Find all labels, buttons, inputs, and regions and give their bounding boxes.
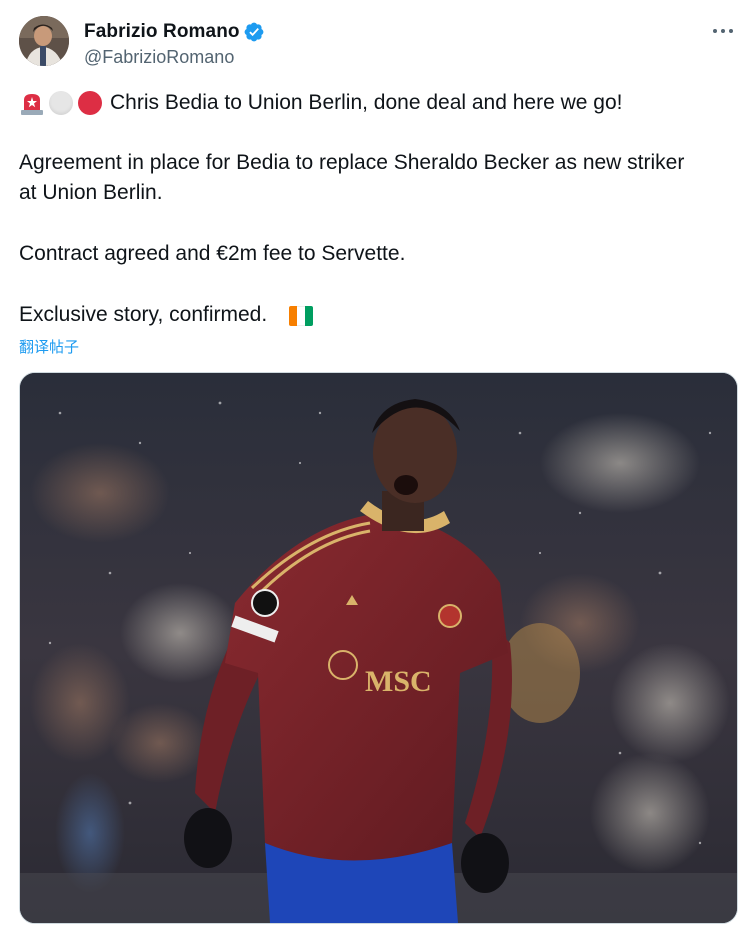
ivory-coast-flag-icon <box>289 306 313 326</box>
tweet-card: Fabrizio Romano @FabrizioRomano Chris Be… <box>0 0 750 933</box>
police-car-light-icon <box>21 94 43 115</box>
translate-post-link[interactable]: 翻译帖子 <box>19 336 79 357</box>
author-handle[interactable]: @FabrizioRomano <box>84 46 234 68</box>
white-circle-icon <box>49 91 73 115</box>
more-options-icon[interactable] <box>706 18 740 44</box>
tweet-paragraph-1-line-1: Agreement in place for Bedia to replace … <box>19 151 685 174</box>
tweet-headline: Chris Bedia to Union Berlin, done deal a… <box>110 91 623 114</box>
tweet-photo[interactable]: MSC <box>19 372 738 924</box>
jersey-sponsor-text: MSC <box>365 665 432 698</box>
tweet-paragraph-3: Exclusive story, confirmed. <box>19 303 268 326</box>
verified-badge-icon <box>244 22 264 42</box>
tweet-paragraph-1-line-2: at Union Berlin. <box>19 181 163 204</box>
author-avatar[interactable] <box>19 16 69 66</box>
red-circle-icon <box>78 91 102 115</box>
tweet-paragraph-2: Contract agreed and €2m fee to Servette. <box>19 242 406 265</box>
headline-row: Chris Bedia to Union Berlin, done deal a… <box>19 89 623 117</box>
author-name[interactable]: Fabrizio Romano <box>84 20 240 44</box>
